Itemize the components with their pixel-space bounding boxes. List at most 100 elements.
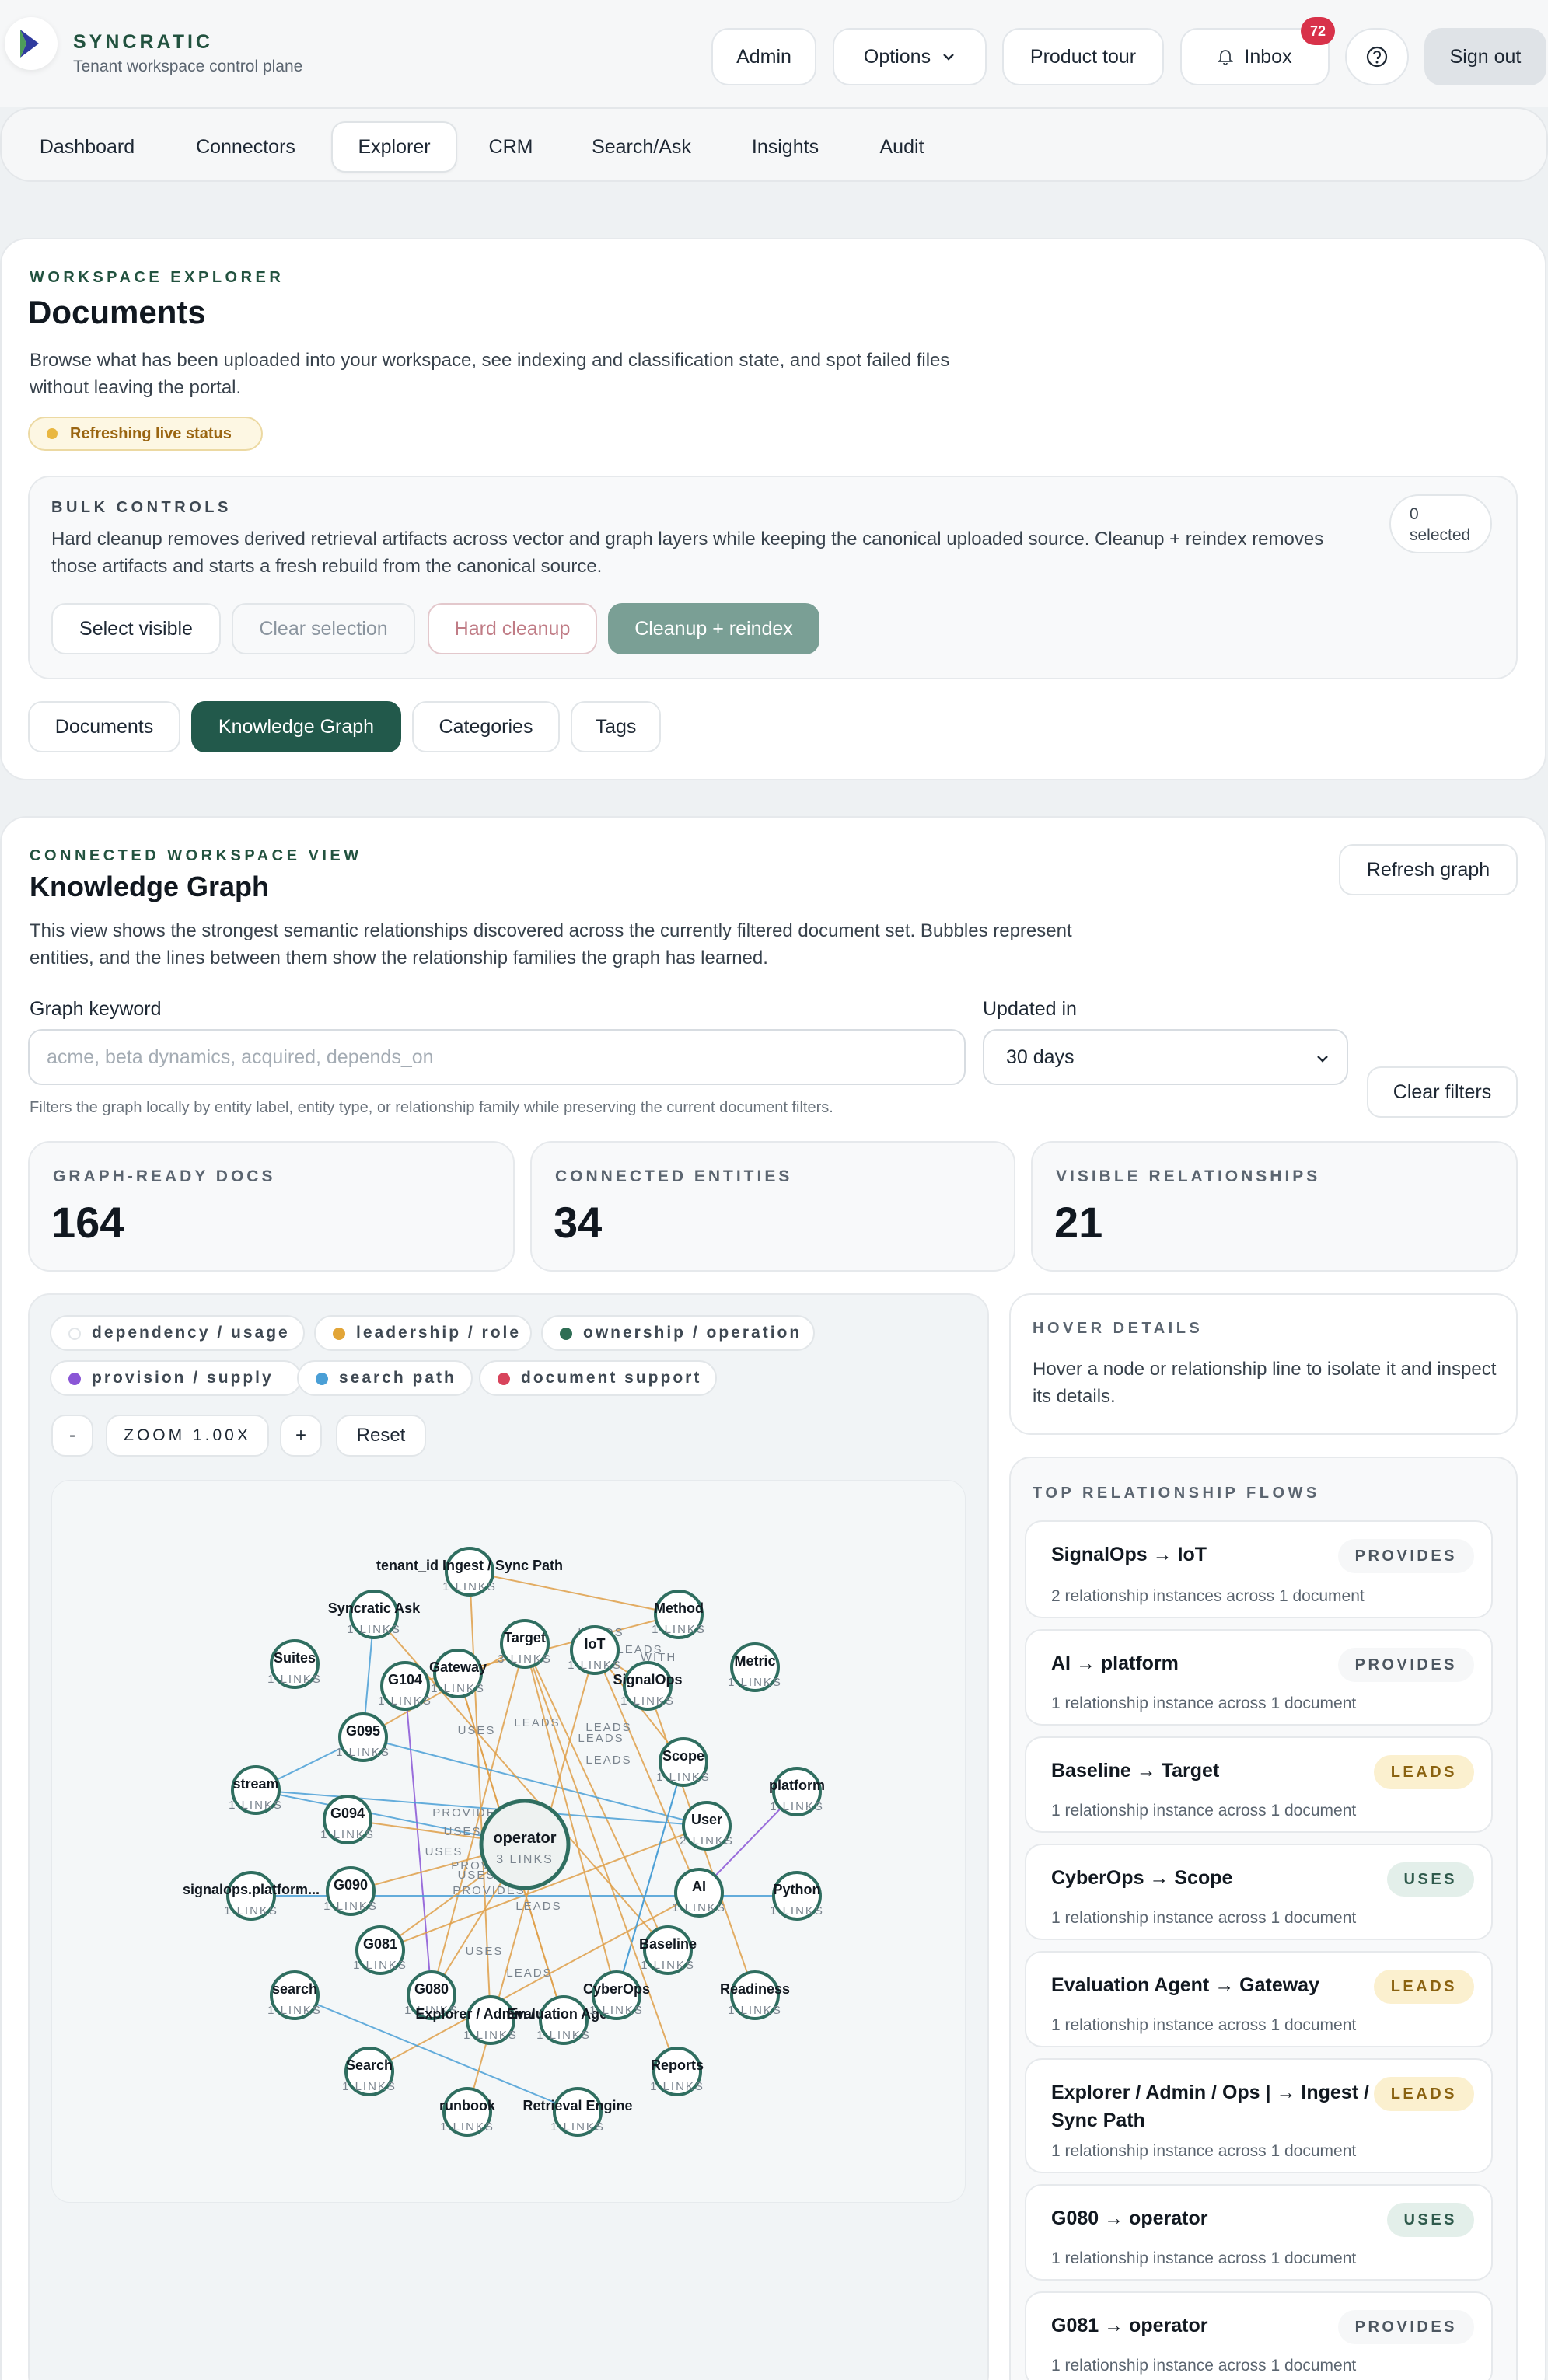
graph-node[interactable]: Readiness 1 LINKS (720, 1970, 790, 2020)
relationship-flow-item[interactable]: CyberOps → Scope USES 1 relationship insta… (1025, 1844, 1493, 1940)
legend-dependency-usage[interactable]: dependency / usage (50, 1315, 305, 1351)
graph-node[interactable]: signalops.platform... 1 LINKS (183, 1871, 320, 1921)
node-link-count: 3 LINKS (496, 1853, 554, 1866)
node-label: G081 (363, 1936, 397, 1952)
selected-label: selected (1410, 526, 1471, 544)
clear-selection-button[interactable]: Clear selection (232, 603, 415, 654)
graph-node[interactable]: Scope 1 LINKS (656, 1737, 711, 1787)
relationship-flow-item[interactable]: SignalOps → IoT PROVIDES 2 relationship in… (1025, 1520, 1493, 1618)
graph-node[interactable]: Target 3 LINKS (498, 1619, 552, 1669)
graph-keyword-input[interactable]: acme, beta dynamics, acquired, depends_o… (28, 1029, 966, 1085)
node-label: IoT (585, 1636, 606, 1652)
graph-node[interactable]: platform 1 LINKS (769, 1767, 825, 1816)
graph-node[interactable]: Syncratic Ask 1 LINKS (328, 1590, 421, 1639)
graph-eyebrow: CONNECTED WORKSPACE VIEW (30, 847, 362, 864)
logo (5, 17, 58, 70)
relationship-flow-item[interactable]: Explorer / Admin / Ops | → Ingest / Sync… (1025, 2058, 1493, 2173)
graph-node[interactable]: search 1 LINKS (267, 1970, 322, 2020)
knowledge-graph-svg[interactable]: LEADSLEADSWITHUSESLEADSLEADSLEADSLEADSPR… (52, 1481, 966, 2204)
node-link-count: 1 LINKS (342, 2080, 397, 2093)
legend-leadership-role[interactable]: leadership / role (314, 1315, 532, 1351)
graph-node[interactable]: G104 1 LINKS (378, 1661, 432, 1711)
node-link-count: 1 LINKS (550, 2120, 605, 2134)
updated-in-select[interactable]: 30 days (983, 1029, 1348, 1085)
legend-provision-supply[interactable]: provision / supply (50, 1360, 302, 1396)
relationship-flow-item[interactable]: G081 → operator PROVIDES 1 relationship in… (1025, 2291, 1493, 2380)
reset-zoom-button[interactable]: Reset (336, 1415, 426, 1457)
subtab-documents[interactable]: Documents (28, 701, 180, 752)
graph-node[interactable]: G095 1 LINKS (336, 1712, 390, 1762)
zoom-in-button[interactable]: + (280, 1415, 322, 1457)
graph-node[interactable]: runbook 1 LINKS (439, 2087, 496, 2137)
graph-node[interactable]: Metric 1 LINKS (728, 1642, 782, 1692)
stat-connected-entities: CONNECTED ENTITIES 34 (530, 1141, 1015, 1272)
relationship-flow-item[interactable]: Baseline → Target LEADS 1 relationship ins… (1025, 1736, 1493, 1833)
graph-node[interactable]: Gateway 1 LINKS (429, 1649, 487, 1698)
zoom-out-button[interactable]: - (51, 1415, 93, 1457)
top-bar: SYNCRATIC Tenant workspace control plane… (0, 0, 1548, 107)
graph-node[interactable]: CyberOps 1 LINKS (583, 1970, 650, 2020)
tab-crm[interactable]: CRM (468, 121, 554, 173)
tab-connectors[interactable]: Connectors (169, 121, 322, 173)
tab-search-ask[interactable]: Search/Ask (569, 121, 714, 173)
clear-filters-button[interactable]: Clear filters (1367, 1066, 1518, 1118)
legend-dot-icon (316, 1373, 328, 1385)
node-link-count: 1 LINKS (463, 2029, 518, 2042)
subtab-tags[interactable]: Tags (571, 701, 661, 752)
graph-node[interactable]: tenant_id Ingest / Sync Path 1 LINKS (376, 1547, 563, 1597)
legend-ownership-operation[interactable]: ownership / operation (541, 1315, 815, 1351)
hover-eyebrow: HOVER DETAILS (1033, 1320, 1204, 1337)
graph-node[interactable]: stream 1 LINKS (229, 1765, 283, 1815)
product-tour-button[interactable]: Product tour (1002, 28, 1164, 85)
tab-explorer[interactable]: Explorer (331, 121, 457, 173)
graph-node[interactable]: Python 1 LINKS (770, 1871, 824, 1921)
edge-label: USES (458, 1724, 496, 1737)
legend-document-support[interactable]: document support (479, 1360, 717, 1396)
subtab-categories[interactable]: Categories (412, 701, 560, 752)
graph-node[interactable]: G094 1 LINKS (320, 1795, 375, 1844)
node-link-count: 1 LINKS (770, 1800, 824, 1813)
relationship-edge[interactable] (404, 1685, 432, 1996)
graph-node[interactable]: G090 1 LINKS (323, 1866, 378, 1916)
node-link-count: 1 LINKS (229, 1799, 283, 1812)
graph-node[interactable]: Baseline 1 LINKS (639, 1925, 697, 1975)
node-label: Python (774, 1882, 821, 1897)
node-link-count: 1 LINKS (641, 1959, 695, 1972)
refresh-graph-button[interactable]: Refresh graph (1339, 844, 1518, 895)
graph-node[interactable]: Method 1 LINKS (652, 1590, 706, 1639)
node-label: Syncratic Ask (328, 1600, 421, 1616)
graph-node[interactable]: User 2 LINKS (680, 1801, 734, 1851)
select-visible-button[interactable]: Select visible (51, 603, 221, 654)
hard-cleanup-button[interactable]: Hard cleanup (428, 603, 597, 654)
graph-node[interactable]: operator 3 LINKS (479, 1799, 571, 1890)
stat-label: VISIBLE RELATIONSHIPS (1056, 1167, 1321, 1185)
sign-out-button[interactable]: Sign out (1424, 28, 1546, 85)
graph-node[interactable]: Search 1 LINKS (342, 2047, 397, 2096)
graph-node[interactable]: Reports 1 LINKS (650, 2047, 704, 2096)
graph-canvas[interactable]: LEADSLEADSWITHUSESLEADSLEADSLEADSLEADSPR… (51, 1480, 966, 2203)
legend-label: document support (521, 1369, 702, 1387)
tab-insights[interactable]: Insights (728, 121, 843, 173)
tab-audit[interactable]: Audit (857, 121, 947, 173)
admin-button[interactable]: Admin (711, 28, 816, 85)
graph-node[interactable]: Suites 1 LINKS (267, 1639, 322, 1689)
legend-search-path[interactable]: search path (297, 1360, 473, 1396)
relationship-edge[interactable] (469, 1571, 680, 1615)
flow-title: CyberOps → Scope (1051, 1867, 1233, 1889)
graph-node[interactable]: G081 1 LINKS (353, 1925, 407, 1975)
relationship-flow-item[interactable]: Evaluation Agent → Gateway LEADS 1 relatio… (1025, 1951, 1493, 2047)
graph-node[interactable]: AI 1 LINKS (672, 1868, 726, 1918)
relationship-flow-item[interactable]: G080 → operator USES 1 relationship instan… (1025, 2184, 1493, 2281)
node-label: Suites (274, 1650, 316, 1666)
flow-title: Evaluation Agent → Gateway (1051, 1974, 1319, 1996)
selected-count: 0 (1410, 505, 1419, 523)
subtab-knowledge-graph[interactable]: Knowledge Graph (191, 701, 401, 752)
options-button[interactable]: Options (833, 28, 987, 85)
node-label: User (691, 1812, 722, 1827)
edge-label: LEADS (506, 1966, 552, 1980)
cleanup-reindex-button[interactable]: Cleanup + reindex (608, 603, 819, 654)
tab-dashboard[interactable]: Dashboard (19, 121, 155, 173)
help-button[interactable] (1345, 28, 1409, 85)
relationship-flow-item[interactable]: AI → platform PROVIDES 1 relationship inst… (1025, 1629, 1493, 1726)
flow-detail: 1 relationship instance across 1 documen… (1051, 2016, 1357, 2034)
